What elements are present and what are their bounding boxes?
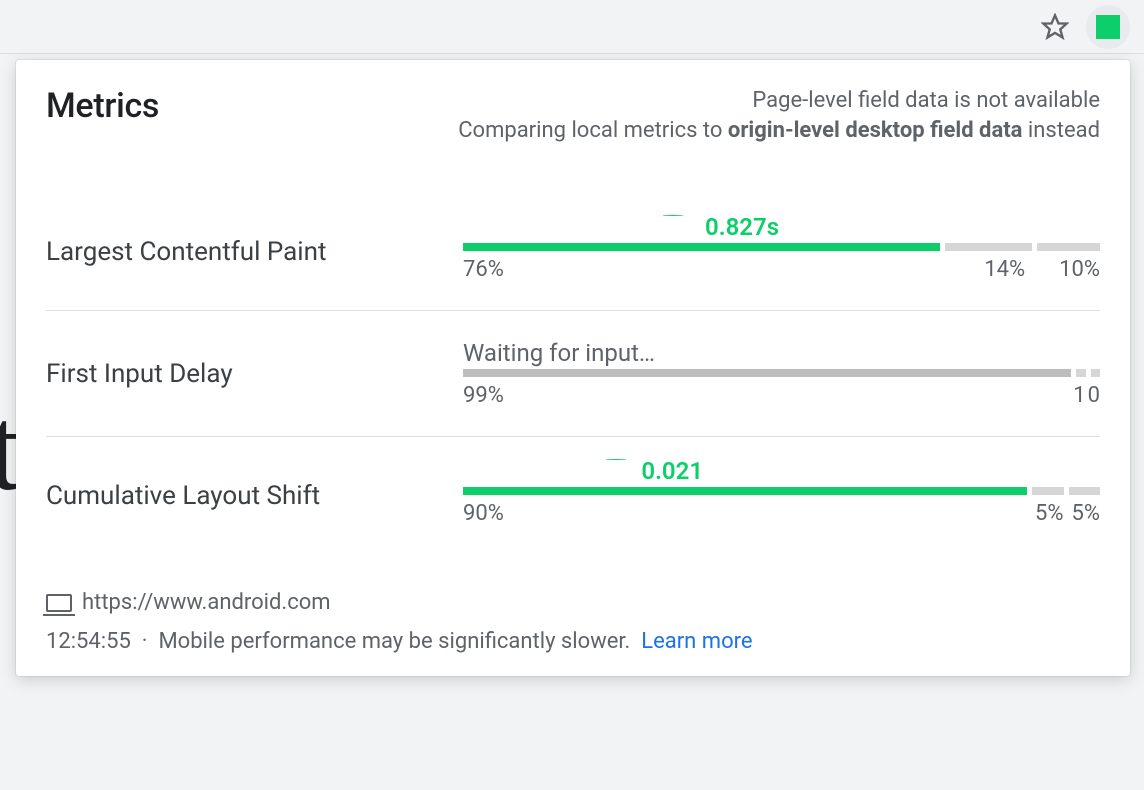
metric-waiting: Waiting for input… bbox=[463, 339, 1100, 367]
percent-good: 99% bbox=[463, 383, 504, 408]
bar-segment-ni bbox=[1076, 369, 1085, 377]
subtitle-line2-post: instead bbox=[1022, 118, 1100, 143]
bar-segment-poor bbox=[1069, 487, 1100, 495]
distribution-bar bbox=[463, 487, 1100, 495]
web-vitals-panel: Metrics Page-level field data is not ava… bbox=[16, 60, 1130, 676]
browser-toolbar bbox=[0, 0, 1144, 54]
star-icon bbox=[1041, 13, 1069, 41]
percent-poor: 0 bbox=[1088, 383, 1100, 408]
metric-chart: 0.021 90% 5% 5% bbox=[463, 465, 1100, 526]
bar-segment-good bbox=[463, 369, 1071, 377]
metric-chart: Waiting for input… 99% 1 0 bbox=[463, 339, 1100, 408]
percent-poor: 5% bbox=[1072, 501, 1100, 526]
footer-url-row: https://www.android.com bbox=[46, 590, 1100, 615]
metric-value: 0.021 bbox=[641, 457, 703, 485]
marker-dot-icon bbox=[606, 459, 626, 460]
percent-ni: 14% bbox=[984, 257, 1025, 282]
timestamp: 12:54:55 bbox=[46, 629, 131, 654]
metric-row-cls: Cumulative Layout Shift 0.021 90% 5% bbox=[46, 437, 1100, 554]
subtitle-line1: Page-level field data is not available bbox=[458, 86, 1100, 116]
bar-segment-good bbox=[463, 243, 940, 251]
percent-labels: 76% 14% 10% bbox=[463, 257, 1100, 282]
metric-value: 0.827s bbox=[705, 213, 779, 241]
metrics-list: Largest Contentful Paint 0.827s 76% 14% bbox=[46, 193, 1100, 554]
percent-labels: 99% 1 0 bbox=[463, 383, 1100, 408]
separator-dot: · bbox=[142, 629, 148, 654]
page-url: https://www.android.com bbox=[82, 590, 331, 615]
subtitle-line2-pre: Comparing local metrics to bbox=[458, 118, 728, 143]
panel-footer: https://www.android.com 12:54:55 · Mobil… bbox=[46, 590, 1100, 654]
laptop-icon bbox=[46, 594, 72, 612]
bar-segment-ni bbox=[945, 243, 1033, 251]
panel-subtitle: Page-level field data is not available C… bbox=[458, 86, 1100, 145]
metric-row-lcp: Largest Contentful Paint 0.827s 76% 14% bbox=[46, 193, 1100, 311]
bar-segment-good bbox=[463, 487, 1027, 495]
bar-segment-ni bbox=[1032, 487, 1063, 495]
metric-chart: 0.827s 76% 14% 10% bbox=[463, 221, 1100, 282]
metric-label: First Input Delay bbox=[46, 359, 441, 389]
metric-label: Cumulative Layout Shift bbox=[46, 481, 441, 511]
distribution-bar bbox=[463, 243, 1100, 251]
learn-more-link[interactable]: Learn more bbox=[641, 629, 752, 654]
panel-header: Metrics Page-level field data is not ava… bbox=[46, 86, 1100, 145]
percent-labels: 90% 5% 5% bbox=[463, 501, 1100, 526]
bar-segment-poor bbox=[1037, 243, 1100, 251]
percent-poor: 10% bbox=[1059, 257, 1100, 282]
percent-ni: 1 bbox=[1073, 383, 1085, 408]
extension-button[interactable] bbox=[1086, 5, 1130, 49]
extension-icon bbox=[1096, 15, 1120, 39]
percent-good: 90% bbox=[463, 501, 504, 526]
distribution-bar bbox=[463, 369, 1100, 377]
metric-row-fid: First Input Delay Waiting for input… 99%… bbox=[46, 311, 1100, 437]
performance-note: Mobile performance may be significantly … bbox=[158, 629, 630, 654]
percent-ni: 5% bbox=[1035, 501, 1063, 526]
metric-label: Largest Contentful Paint bbox=[46, 237, 441, 267]
footer-note-row: 12:54:55 · Mobile performance may be sig… bbox=[46, 629, 1100, 654]
bar-segment-poor bbox=[1091, 369, 1100, 377]
marker-dot-icon bbox=[663, 215, 683, 216]
subtitle-line2: Comparing local metrics to origin-level … bbox=[458, 116, 1100, 146]
bookmark-star-button[interactable] bbox=[1038, 10, 1072, 44]
panel-title: Metrics bbox=[46, 86, 159, 126]
percent-good: 76% bbox=[463, 257, 504, 282]
subtitle-line2-bold: origin-level desktop field data bbox=[728, 118, 1023, 143]
